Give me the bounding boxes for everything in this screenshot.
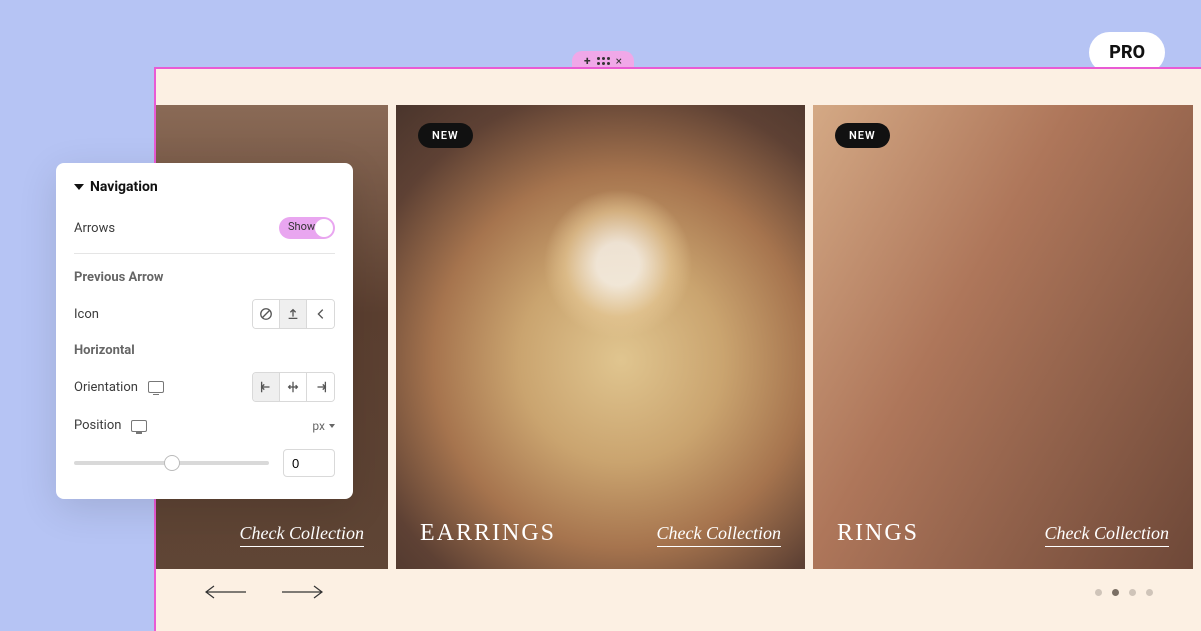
slide-title: RINGS [837, 520, 919, 547]
slide-caption: RINGS Check Collection [837, 520, 1169, 547]
toggle-label: Show [288, 220, 315, 233]
align-start-button[interactable] [253, 373, 280, 401]
navigation-settings-panel: Navigation Arrows Show Previous Arrow Ic… [56, 163, 353, 499]
pagination-dot[interactable] [1095, 589, 1102, 596]
nav-arrows [204, 585, 324, 599]
previous-arrow-heading: Previous Arrow [74, 264, 335, 291]
slide-title: EARRINGS [420, 520, 556, 547]
icon-upload-button[interactable] [280, 300, 307, 328]
plus-icon[interactable]: + [584, 54, 591, 68]
pagination-dot[interactable] [1112, 589, 1119, 596]
arrows-label: Arrows [74, 221, 115, 236]
divider [74, 253, 335, 254]
pagination-dot[interactable] [1146, 589, 1153, 596]
icon-row: Icon [74, 291, 335, 337]
position-slider-row [74, 441, 335, 477]
position-slider[interactable] [74, 461, 269, 465]
new-badge: NEW [835, 123, 890, 148]
align-center-button[interactable] [280, 373, 307, 401]
arrows-toggle[interactable]: Show [279, 217, 335, 239]
icon-library-button[interactable] [307, 300, 334, 328]
position-input[interactable] [283, 449, 335, 477]
pro-badge: PRO [1089, 32, 1165, 73]
carousel-footer [156, 569, 1201, 599]
orientation-group [252, 372, 335, 402]
slide-caption: EARRINGS Check Collection [420, 520, 781, 547]
desktop-icon[interactable] [131, 420, 147, 432]
collection-link[interactable]: Check Collection [1045, 523, 1169, 547]
icon-none-button[interactable] [253, 300, 280, 328]
align-end-button[interactable] [307, 373, 334, 401]
icon-label: Icon [74, 307, 99, 322]
slider-thumb[interactable] [164, 455, 180, 471]
section-title: Navigation [90, 179, 158, 195]
horizontal-heading: Horizontal [74, 337, 335, 364]
slide-image [813, 105, 1193, 569]
arrows-toggle-row: Arrows Show [74, 209, 335, 247]
carousel-slide[interactable]: NEW RINGS Check Collection [813, 105, 1193, 569]
drag-handle-icon[interactable] [597, 57, 610, 65]
toggle-thumb [315, 219, 333, 237]
collection-link[interactable]: Check Collection [240, 523, 364, 547]
orientation-label: Orientation [74, 380, 138, 395]
position-unit-select[interactable]: px [312, 419, 335, 433]
slide-caption: Check Collection [180, 523, 364, 547]
position-label: Position [74, 418, 121, 433]
chevron-down-icon [329, 424, 335, 428]
pagination-dot[interactable] [1129, 589, 1136, 596]
pagination-dots [1095, 589, 1153, 596]
unit-label: px [312, 419, 325, 433]
desktop-icon[interactable] [148, 381, 164, 393]
collection-link[interactable]: Check Collection [657, 523, 781, 547]
caret-down-icon [74, 184, 84, 190]
icon-source-group [252, 299, 335, 329]
close-icon[interactable]: × [616, 54, 622, 68]
carousel-next-arrow[interactable] [280, 585, 324, 599]
element-handle[interactable]: + × [572, 51, 634, 71]
new-badge: NEW [418, 123, 473, 148]
panel-section-header[interactable]: Navigation [74, 179, 335, 195]
position-row: Position px [74, 410, 335, 441]
carousel-prev-arrow[interactable] [204, 585, 248, 599]
slide-image [396, 105, 805, 569]
orientation-row: Orientation [74, 364, 335, 410]
carousel-slide[interactable]: NEW EARRINGS Check Collection [396, 105, 805, 569]
